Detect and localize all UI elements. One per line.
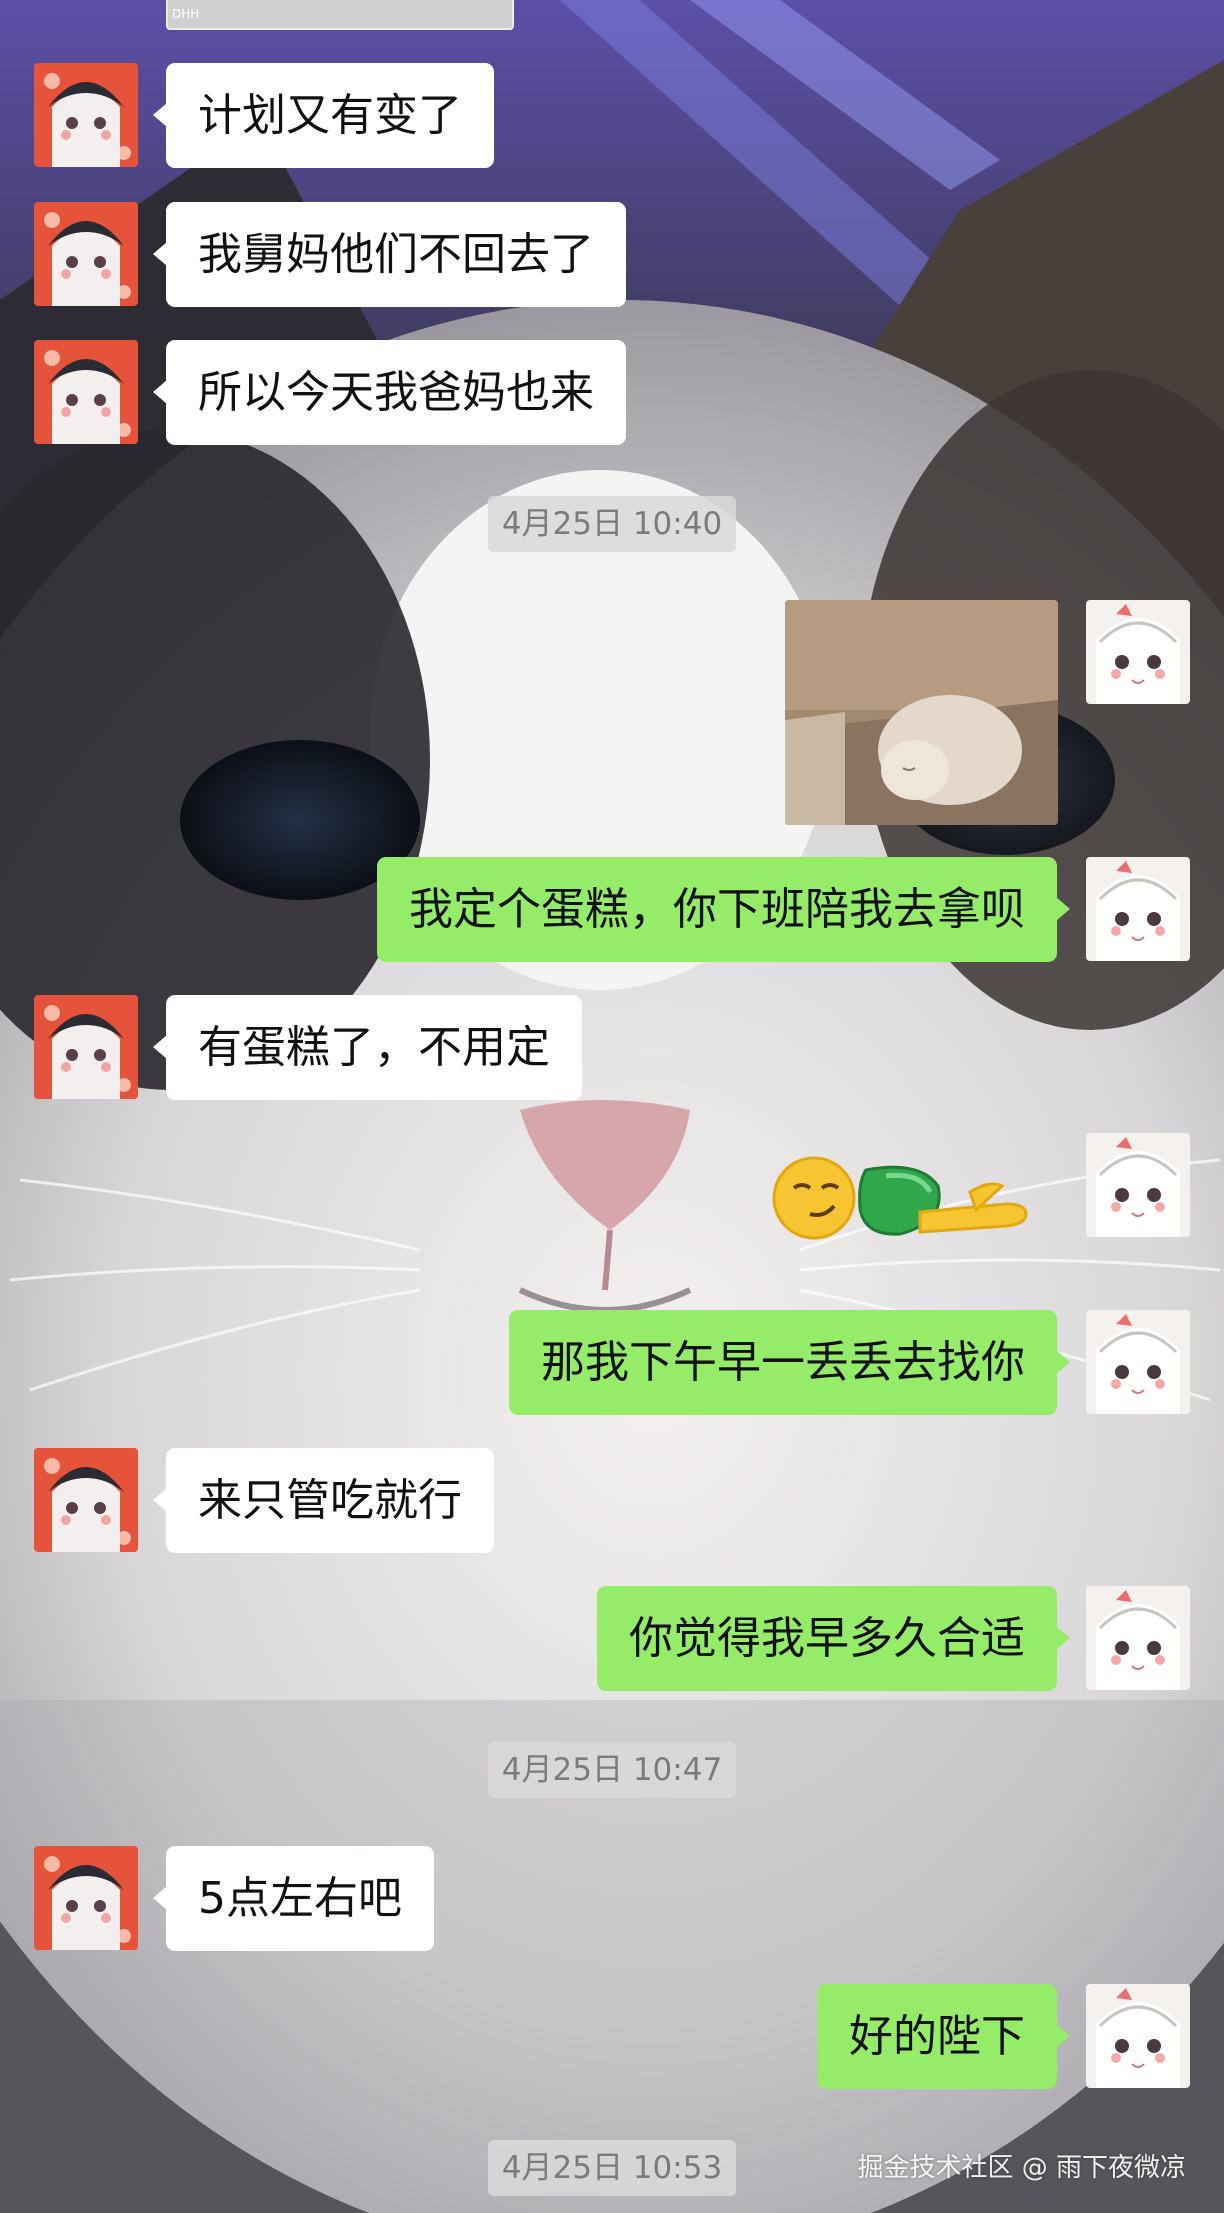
contact-avatar[interactable] [34,63,138,167]
incoming-message[interactable]: 我舅妈他们不回去了 [153,202,626,307]
self-avatar[interactable] [1086,1310,1190,1414]
incoming-message[interactable]: 5点左右吧 [153,1846,434,1951]
outgoing-message[interactable]: 我定个蛋糕，你下班陪我去拿呗 [377,857,1070,962]
contact-avatar[interactable] [34,1448,138,1552]
self-avatar[interactable] [1086,857,1190,961]
contact-avatar[interactable] [34,995,138,1099]
image-caption: DHH [172,7,200,21]
self-avatar[interactable] [1086,600,1190,704]
incoming-message[interactable]: 所以今天我爸妈也来 [153,340,626,445]
timestamp: 4月25日 10:47 [0,1742,1224,1798]
timestamp-label: 4月25日 10:40 [487,496,737,552]
previous-image-message[interactable]: DHH [166,0,514,30]
contact-avatar[interactable] [34,1846,138,1950]
self-avatar[interactable] [1086,1984,1190,2088]
outgoing-message[interactable]: 那我下午早一丢丢去找你 [509,1310,1070,1415]
watermark: 掘金技术社区 @ 雨下夜微凉 [857,2153,1186,2183]
timestamp-label: 4月25日 10:47 [487,1742,737,1798]
incoming-message[interactable]: 有蛋糕了，不用定 [153,995,582,1100]
sleeping-cat-photo[interactable] [785,600,1058,825]
incoming-message[interactable]: 来只管吃就行 [153,1448,494,1553]
contact-avatar[interactable] [34,202,138,306]
outgoing-message[interactable]: 你觉得我早多久合适 [597,1586,1070,1691]
lying-flat-emoji [858,1165,1028,1236]
timestamp: 4月25日 10:40 [0,496,1224,552]
contact-avatar[interactable] [34,340,138,444]
self-avatar[interactable] [1086,1133,1190,1237]
incoming-message[interactable]: 计划又有变了 [153,63,494,168]
self-avatar[interactable] [1086,1586,1190,1690]
smirk-emoji [772,1156,856,1240]
timestamp-label: 4月25日 10:53 [487,2140,737,2196]
emoji-message[interactable] [770,1152,1034,1240]
outgoing-message[interactable]: 好的陛下 [817,1984,1070,2089]
